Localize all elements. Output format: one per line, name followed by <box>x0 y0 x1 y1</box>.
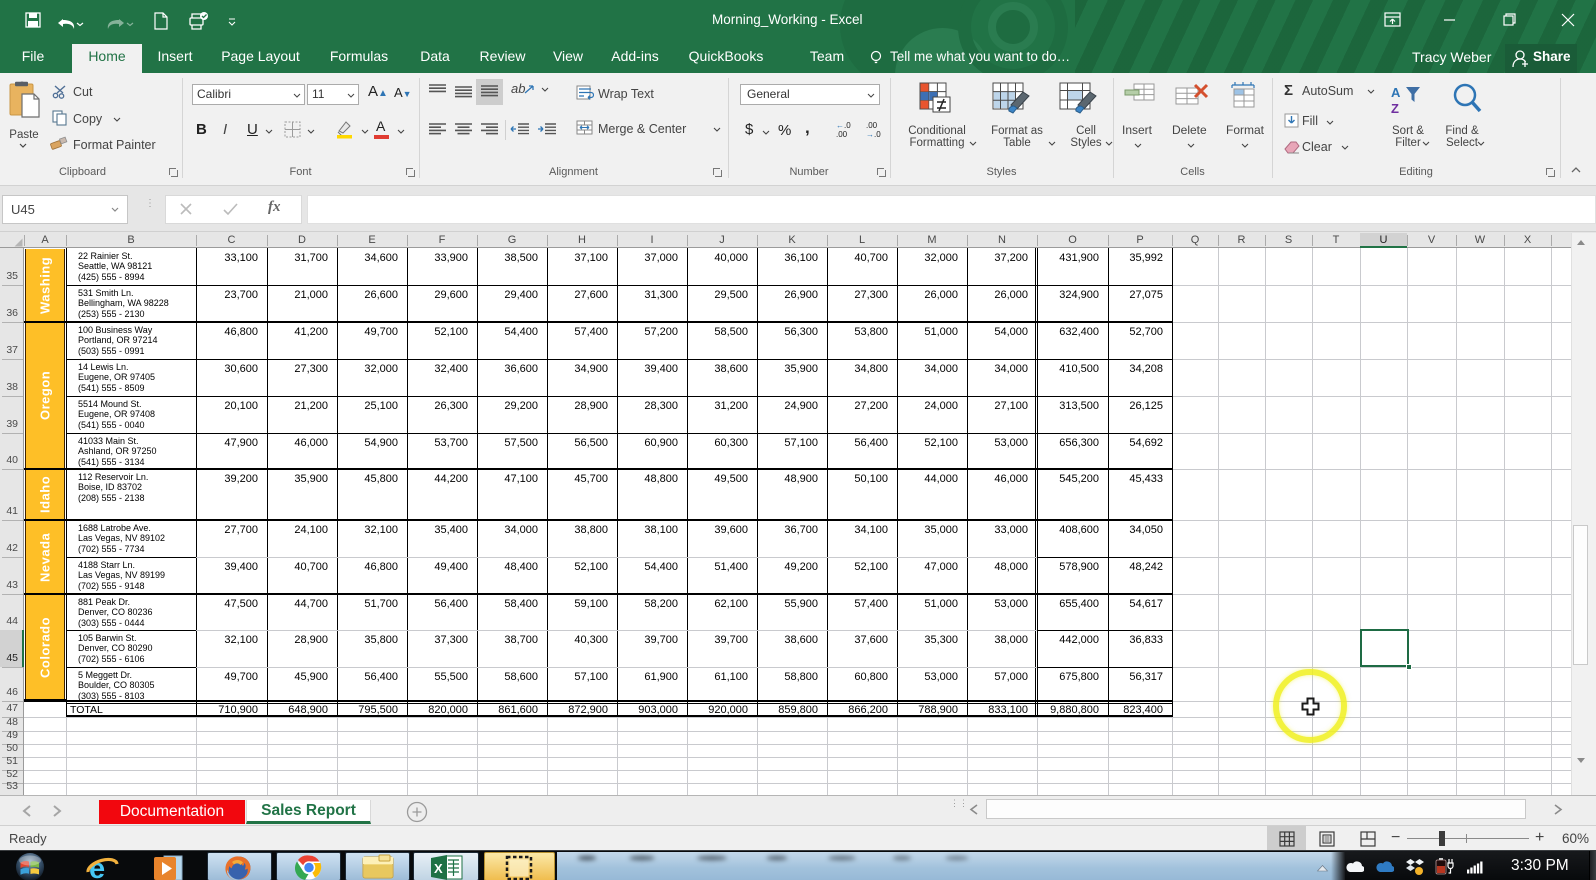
svg-text:A: A <box>1391 85 1401 100</box>
svg-text:X: X <box>434 861 443 876</box>
svg-text:Z: Z <box>1391 101 1399 116</box>
